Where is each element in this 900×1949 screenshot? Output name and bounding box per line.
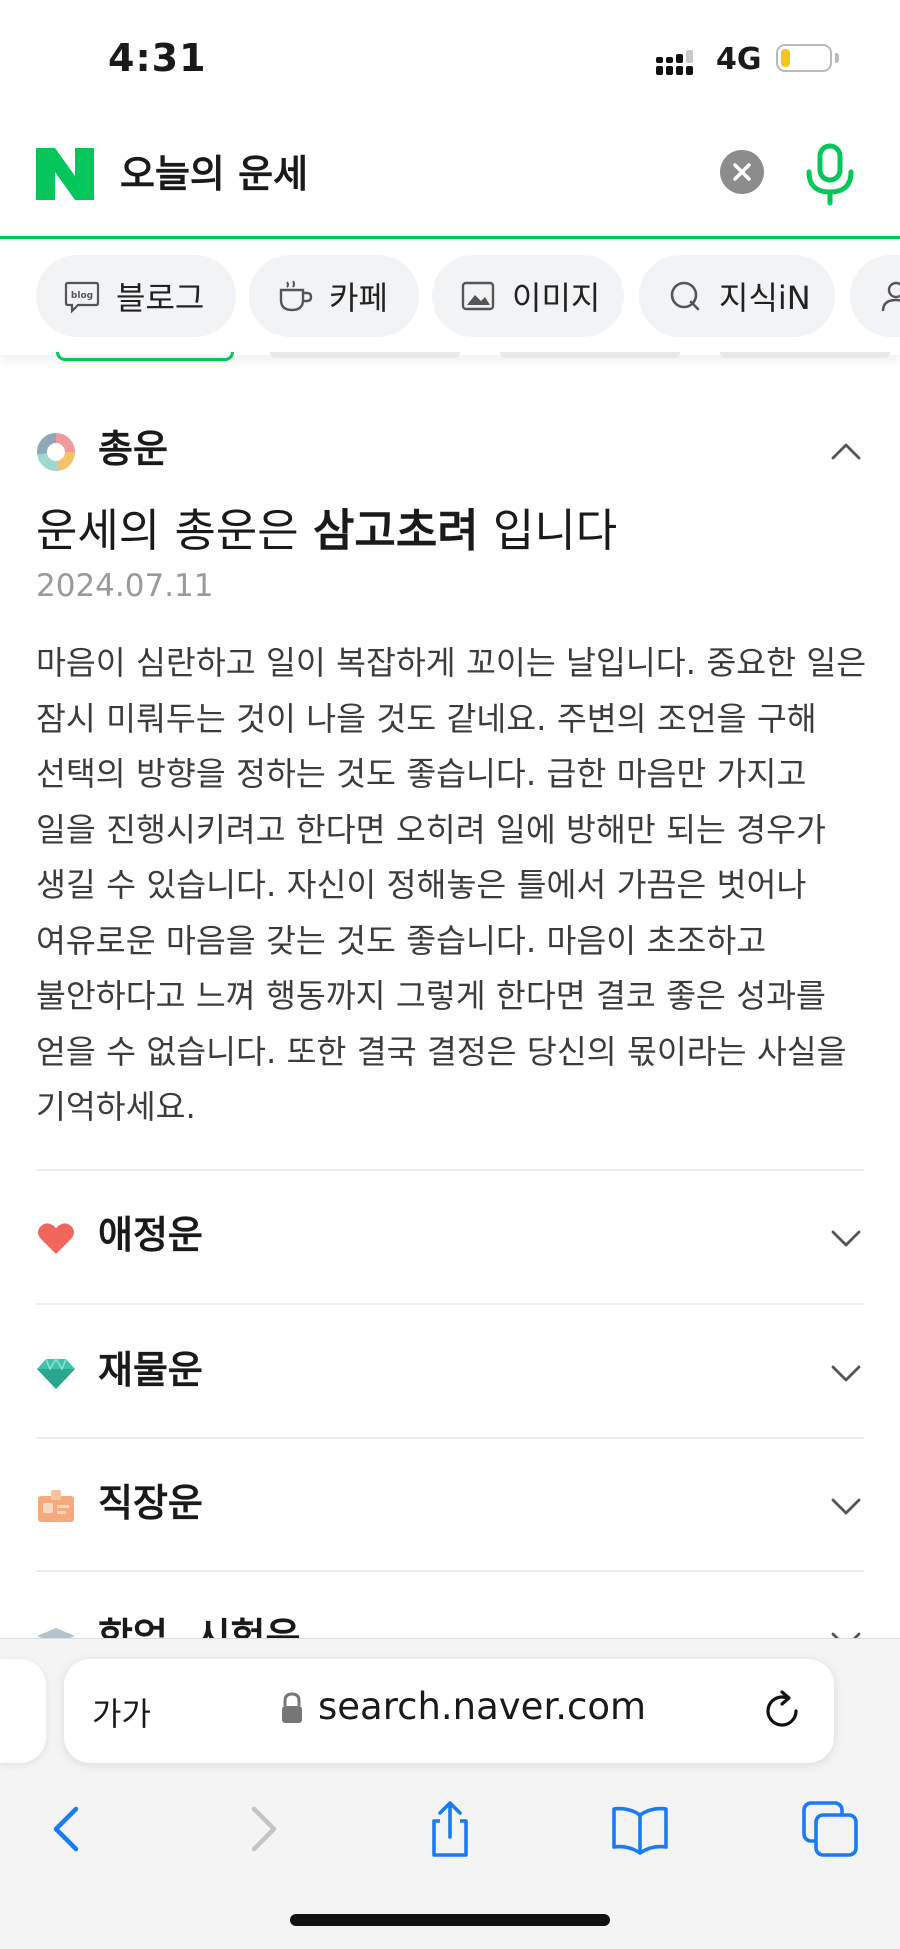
network-type: 4G <box>716 42 762 77</box>
cup-icon <box>279 280 313 312</box>
image-icon <box>461 281 495 311</box>
tabs-icon[interactable] <box>800 1799 860 1859</box>
section-work-header[interactable]: 직장운 <box>36 1474 864 1534</box>
search-header: 오늘의 운세 <box>0 120 900 239</box>
cellular-signal-icon <box>656 50 693 75</box>
pie-chart-icon <box>37 433 75 471</box>
battery-icon <box>776 44 832 72</box>
chip-kin[interactable]: 지식iN <box>639 255 835 337</box>
microphone-icon[interactable] <box>800 142 860 206</box>
browser-toolbar <box>0 1779 900 1879</box>
chevron-up-icon[interactable] <box>828 434 864 470</box>
status-bar: 4:31 4G <box>0 0 900 120</box>
search-query[interactable]: 오늘의 운세 <box>120 148 308 200</box>
status-time: 4:31 <box>108 36 207 80</box>
chip-blog[interactable]: blog 블로그 <box>36 255 236 337</box>
bookmarks-icon[interactable] <box>610 1799 670 1859</box>
chip-image[interactable]: 이미지 <box>432 255 624 337</box>
person-icon <box>881 281 900 312</box>
section-love-header[interactable]: 애정운 <box>36 1206 864 1266</box>
blog-icon: blog <box>64 281 100 314</box>
fortune-description: 마음이 심란하고 일이 복잡하게 꼬이는 날입니다. 중요한 일은 잠시 미뤄두… <box>36 644 867 1126</box>
text-size-button[interactable]: 가가 <box>92 1689 151 1735</box>
chip-more[interactable] <box>850 255 900 337</box>
chip-cafe[interactable]: 카페 <box>249 255 419 337</box>
chevron-down-icon[interactable] <box>828 1355 864 1391</box>
share-icon[interactable] <box>420 1799 480 1859</box>
url-text[interactable]: search.naver.com <box>318 1685 646 1728</box>
section-title: 직장운 <box>98 1481 203 1525</box>
fortune-headline: 운세의 총운은 삼고초려 입니다 <box>36 504 618 557</box>
section-money-header[interactable]: 재물운 <box>36 1341 864 1401</box>
fortune-keyword: 삼고초려 <box>313 504 479 557</box>
browser-bottom-bar: 가가 search.naver.com <box>0 1638 900 1949</box>
lock-icon <box>282 1692 302 1723</box>
section-title: 애정운 <box>98 1213 203 1257</box>
chevron-down-icon[interactable] <box>828 1220 864 1256</box>
category-tabs: blog 블로그 카페 이미지 지식iN <box>0 239 900 355</box>
naver-logo-icon[interactable] <box>36 148 94 200</box>
chevron-down-icon[interactable] <box>828 1488 864 1524</box>
heart-icon <box>38 1223 74 1254</box>
chip-label: 지식iN <box>719 279 811 317</box>
clear-search-icon[interactable] <box>720 150 764 194</box>
previous-tab-edge[interactable] <box>0 1659 46 1763</box>
chip-label: 카페 <box>329 279 388 317</box>
section-title: 재물운 <box>98 1348 203 1392</box>
id-badge-icon <box>38 1490 74 1522</box>
back-arrow-icon[interactable] <box>38 1799 98 1859</box>
gem-icon <box>37 1357 75 1389</box>
home-indicator <box>290 1914 610 1926</box>
question-icon <box>670 281 700 311</box>
svg-text:blog: blog <box>71 291 93 301</box>
forward-arrow-icon[interactable] <box>232 1799 292 1859</box>
fortune-date: 2024.07.11 <box>36 568 214 604</box>
reload-icon[interactable] <box>760 1689 804 1733</box>
chip-label: 이미지 <box>512 279 601 317</box>
chip-label: 블로그 <box>116 279 205 317</box>
address-bar[interactable]: 가가 search.naver.com <box>64 1659 834 1763</box>
section-overall-header[interactable]: 총운 <box>36 420 864 480</box>
section-title: 총운 <box>98 427 168 471</box>
